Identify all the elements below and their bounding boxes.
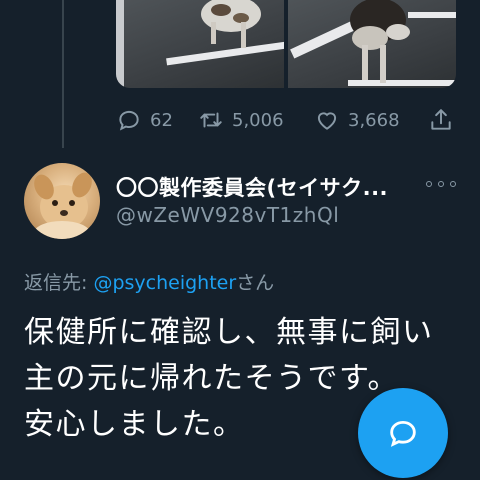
tweet-text-line: 保健所に確認し、無事に飼い	[24, 315, 434, 350]
more-icon[interactable]	[426, 174, 456, 194]
author-name[interactable]: 〇〇製作委員会(セイサク...	[116, 172, 388, 202]
replying-to: 返信先: @psycheighterさん	[24, 268, 274, 295]
tweet-photo-left[interactable]	[116, 0, 284, 88]
tweet-action-bar: 62 5,006 3,668	[116, 103, 460, 137]
share-button[interactable]	[428, 103, 454, 137]
avatar[interactable]	[24, 163, 100, 239]
compose-reply-button[interactable]	[358, 388, 448, 478]
reply-count: 62	[150, 109, 173, 131]
retweet-button[interactable]: 5,006	[198, 103, 284, 137]
replying-to-label: 返信先:	[24, 272, 88, 294]
tweet-media[interactable]	[116, 0, 456, 88]
share-icon	[431, 109, 451, 130]
retweet-count: 5,006	[232, 109, 284, 131]
author-handle[interactable]: @wZeWV928vT1zhQl	[116, 203, 339, 227]
like-count: 3,668	[348, 109, 400, 131]
thread-connector-line	[62, 0, 64, 148]
heart-icon	[317, 112, 337, 130]
compose-reply-icon	[390, 420, 416, 447]
reply-icon	[119, 110, 139, 131]
tweet-photo-right[interactable]	[288, 0, 456, 88]
reply-button[interactable]: 62	[116, 103, 173, 137]
replying-to-suffix: さん	[236, 272, 275, 294]
retweet-icon	[200, 112, 222, 128]
like-button[interactable]: 3,668	[314, 103, 400, 137]
mention-link[interactable]: @psycheighter	[93, 272, 236, 294]
